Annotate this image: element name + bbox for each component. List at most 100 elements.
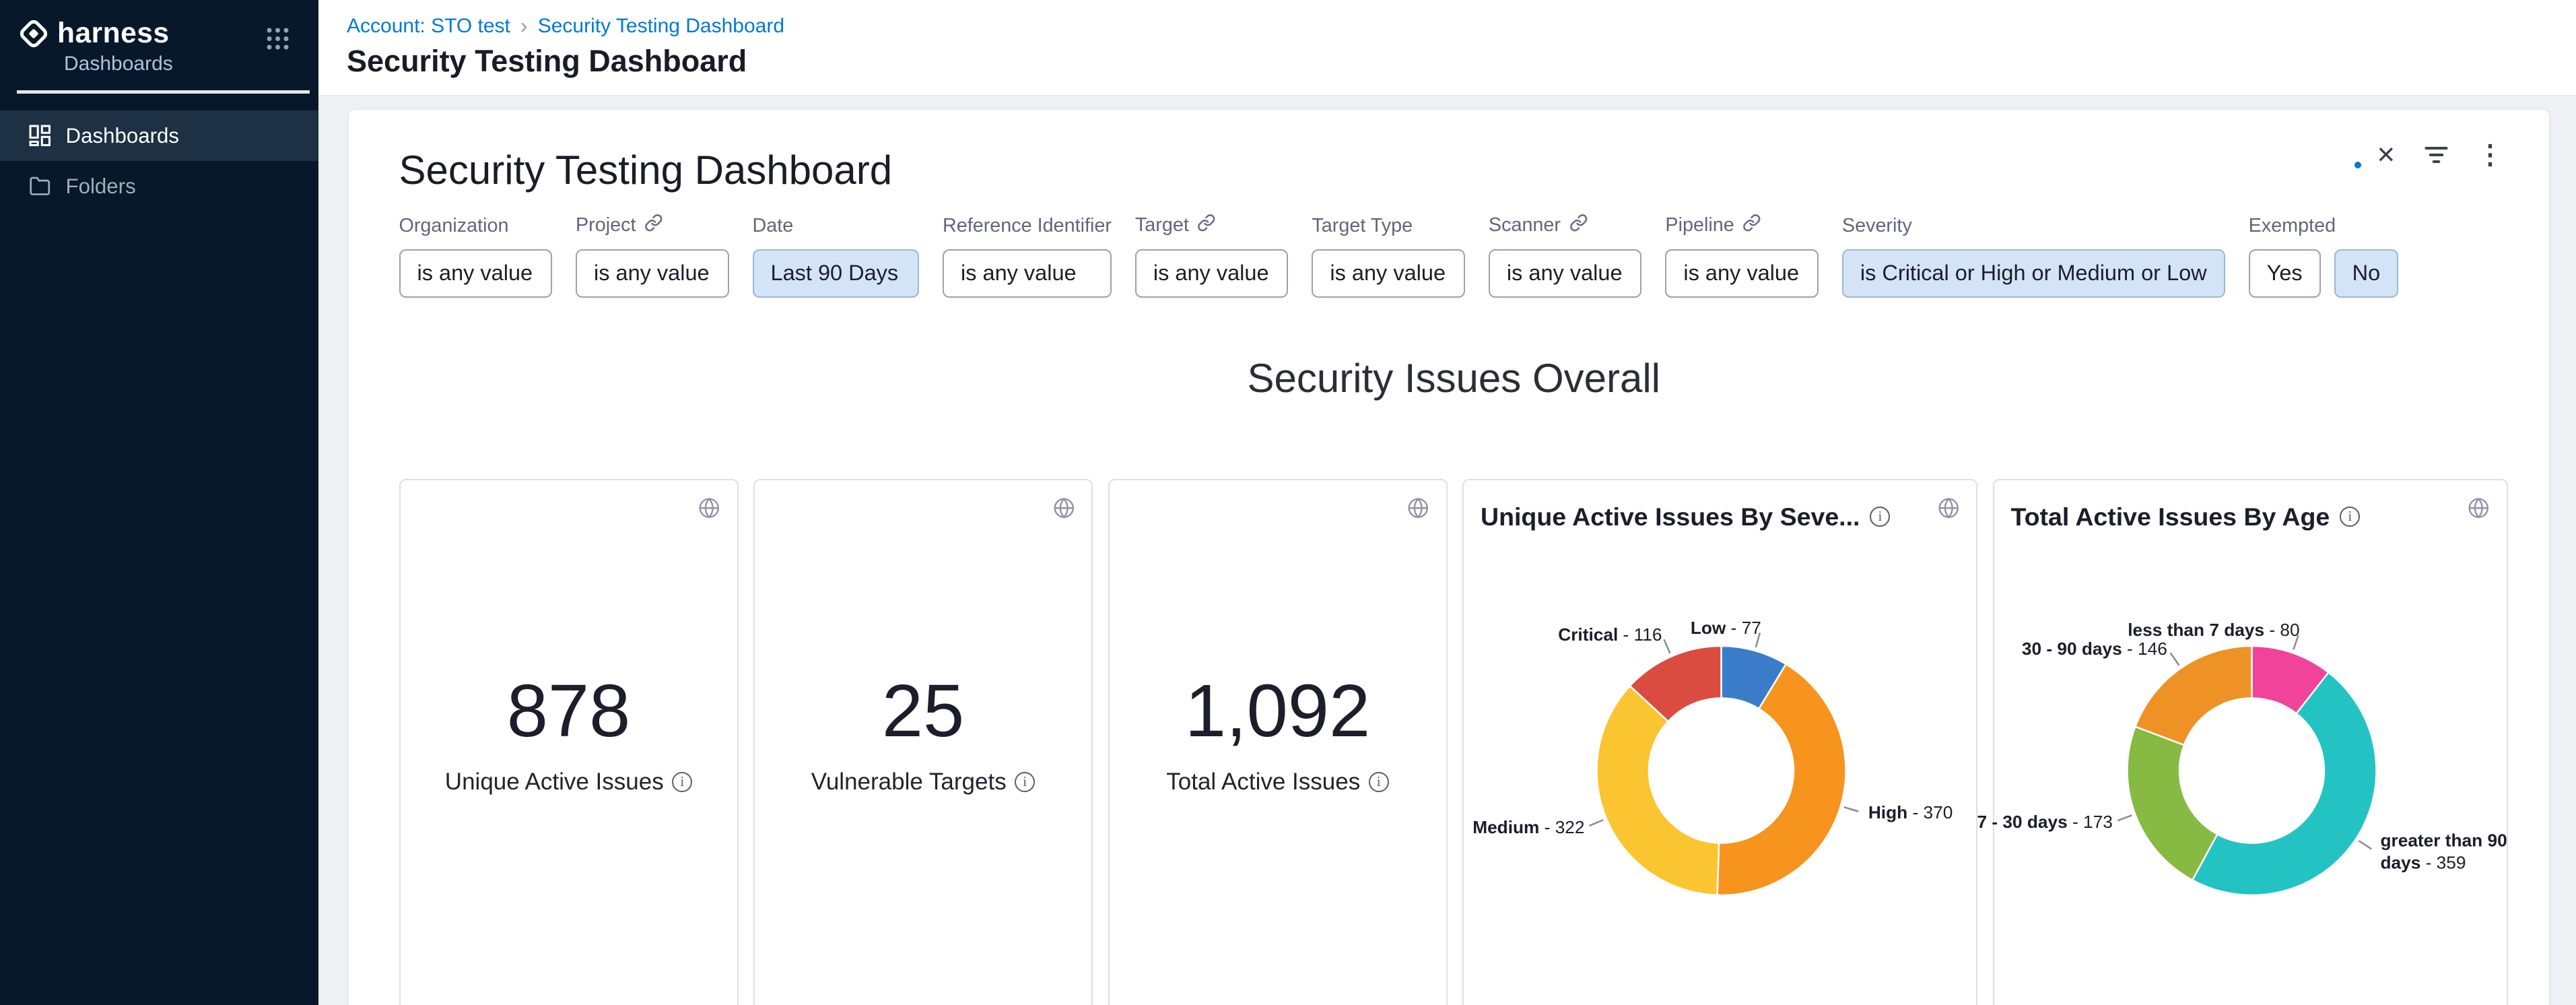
stat-card-total-active-issues: 1,092 Total Active Issues i: [1108, 479, 1448, 1005]
info-icon[interactable]: i: [1870, 507, 1890, 527]
stat-value: 878: [507, 669, 631, 753]
donut-slice-7-30-days[interactable]: [2127, 726, 2217, 880]
filter-value-organization[interactable]: is any value: [399, 249, 553, 298]
filter-label: Exempted: [2249, 215, 2336, 237]
exempted-yes-button[interactable]: Yes: [2249, 249, 2321, 298]
stat-value: 25: [882, 669, 964, 753]
dashboard-grid-icon: [29, 125, 51, 147]
globe-icon[interactable]: [698, 496, 720, 526]
filter-project: Project is any value: [576, 214, 729, 298]
main-content: ✕ ⋮ Security Testing Dashboard Organizat…: [318, 96, 2576, 1005]
filter-label: Organization: [399, 215, 509, 237]
cursor-dot: [2354, 162, 2361, 168]
filter-label: Reference Identifier: [943, 215, 1112, 237]
label-leader-line: [1589, 820, 1603, 826]
label-leader-line: [2117, 815, 2132, 820]
section-heading: Security Issues Overall: [399, 355, 2509, 401]
filter-value-scanner[interactable]: is any value: [1489, 249, 1642, 298]
filter-label: Severity: [1842, 215, 1912, 237]
info-icon[interactable]: i: [1015, 772, 1035, 792]
sidebar-item-label: Dashboards: [66, 124, 180, 148]
filter-severity: Severity is Critical or High or Medium o…: [1842, 215, 2225, 298]
filter-target: Target is any value: [1135, 214, 1289, 298]
dashboard-title: Security Testing Dashboard: [399, 147, 2509, 193]
kebab-menu-icon[interactable]: ⋮: [2477, 143, 2504, 167]
breadcrumb-dashboard-link[interactable]: Security Testing Dashboard: [538, 15, 784, 38]
label-leader-line: [1664, 639, 1670, 653]
chart-card-issues-by-age: Total Active Issues By Age i less than 7…: [1993, 479, 2508, 1005]
globe-icon[interactable]: [1407, 496, 1429, 526]
module-grid-icon[interactable]: [266, 27, 290, 57]
globe-icon[interactable]: [1053, 496, 1075, 526]
brand-name: harness: [57, 18, 170, 50]
dashboard-panel: ✕ ⋮ Security Testing Dashboard Organizat…: [349, 110, 2550, 1005]
filter-exempted: Exempted Yes No: [2249, 215, 2399, 298]
panel-actions: ✕ ⋮: [2376, 143, 2503, 167]
filter-label: Pipeline: [1665, 214, 1734, 236]
chart-card-issues-by-severity: Unique Active Issues By Seve... i Low - …: [1462, 479, 1977, 1005]
filter-value-pipeline[interactable]: is any value: [1665, 249, 1819, 298]
donut-chart-severity[interactable]: Low - 77 High - 370 Medium - 322 Critical -…: [1464, 525, 1979, 1005]
donut-label: Low - 77: [1691, 616, 1761, 639]
breadcrumb-account-link[interactable]: Account: STO test: [347, 15, 510, 38]
stat-card-vulnerable-targets: 25 Vulnerable Targets i: [753, 479, 1093, 1005]
donut-label: greater than 90 days - 359: [2380, 830, 2507, 874]
label-leader-line: [2170, 653, 2179, 666]
info-icon[interactable]: i: [2340, 507, 2360, 527]
close-icon[interactable]: ✕: [2376, 143, 2396, 167]
filter-label: Date: [753, 215, 794, 237]
filter-scanner: Scanner is any value: [1489, 214, 1642, 298]
harness-logo-icon: [17, 17, 50, 51]
link-icon: [1742, 214, 1761, 238]
top-header: Account: STO test › Security Testing Das…: [318, 0, 2576, 96]
label-leader-line: [2359, 841, 2371, 849]
donut-label: High - 370: [1868, 802, 1953, 824]
donut-svg: [1994, 525, 2509, 1005]
donut-slice-30-90-days[interactable]: [2135, 646, 2251, 745]
filter-value-project[interactable]: is any value: [576, 249, 729, 298]
info-icon[interactable]: i: [672, 772, 692, 792]
brand-row[interactable]: harness: [17, 17, 295, 51]
filter-icon[interactable]: [2425, 145, 2448, 165]
donut-slice-medium[interactable]: [1597, 686, 1720, 895]
globe-icon[interactable]: [2468, 496, 2490, 526]
sidebar-header: harness Dashboards: [0, 0, 318, 94]
sidebar-item-folders[interactable]: Folders: [0, 161, 318, 212]
sidebar-divider: [17, 90, 310, 94]
breadcrumb: Account: STO test › Security Testing Das…: [347, 13, 2576, 38]
filter-organization: Organization is any value: [399, 215, 553, 298]
filter-value-reference-identifier[interactable]: is any value: [943, 249, 1112, 298]
filter-reference-identifier: Reference Identifier is any value: [943, 215, 1112, 298]
filter-value-date[interactable]: Last 90 Days: [753, 249, 920, 298]
filter-bar: Organization is any value Project is any…: [399, 214, 2509, 298]
stat-label: Total Active Issues: [1166, 769, 1360, 796]
link-icon: [1197, 214, 1216, 238]
sidebar-module-label: Dashboards: [64, 53, 295, 75]
filter-value-severity[interactable]: is Critical or High or Medium or Low: [1842, 249, 2225, 298]
donut-label: 7 - 30 days - 173: [1977, 811, 2112, 833]
cards-row: 878 Unique Active Issues i 25 Vulnerable…: [399, 479, 2509, 1005]
donut-svg: [1464, 525, 1979, 1005]
filter-value-target-type[interactable]: is any value: [1312, 249, 1465, 298]
sidebar-item-dashboards[interactable]: Dashboards: [0, 110, 318, 161]
filter-label: Target Type: [1312, 215, 1413, 237]
page-title: Security Testing Dashboard: [347, 44, 2576, 79]
stat-card-unique-active-issues: 878 Unique Active Issues i: [399, 479, 739, 1005]
label-leader-line: [1844, 807, 1859, 811]
donut-label: 30 - 90 days - 146: [2022, 637, 2167, 659]
filter-date: Date Last 90 Days: [753, 215, 920, 298]
exempted-toggle-group: Yes No: [2249, 249, 2399, 298]
sidebar-nav: Dashboards Folders: [0, 110, 318, 212]
filter-value-target[interactable]: is any value: [1135, 249, 1289, 298]
filter-pipeline: Pipeline is any value: [1665, 214, 1819, 298]
donut-label: Critical - 116: [1558, 624, 1662, 646]
chevron-right-icon: ›: [520, 13, 528, 38]
stat-label: Unique Active Issues: [445, 769, 664, 796]
exempted-no-button[interactable]: No: [2334, 249, 2399, 298]
link-icon: [644, 214, 663, 238]
donut-label: Medium - 322: [1472, 816, 1584, 839]
filter-label: Scanner: [1489, 214, 1561, 236]
globe-icon[interactable]: [1938, 496, 1960, 526]
donut-chart-age[interactable]: less than 7 days - 80greater than 90 day…: [1994, 525, 2509, 1005]
info-icon[interactable]: i: [1369, 772, 1389, 792]
